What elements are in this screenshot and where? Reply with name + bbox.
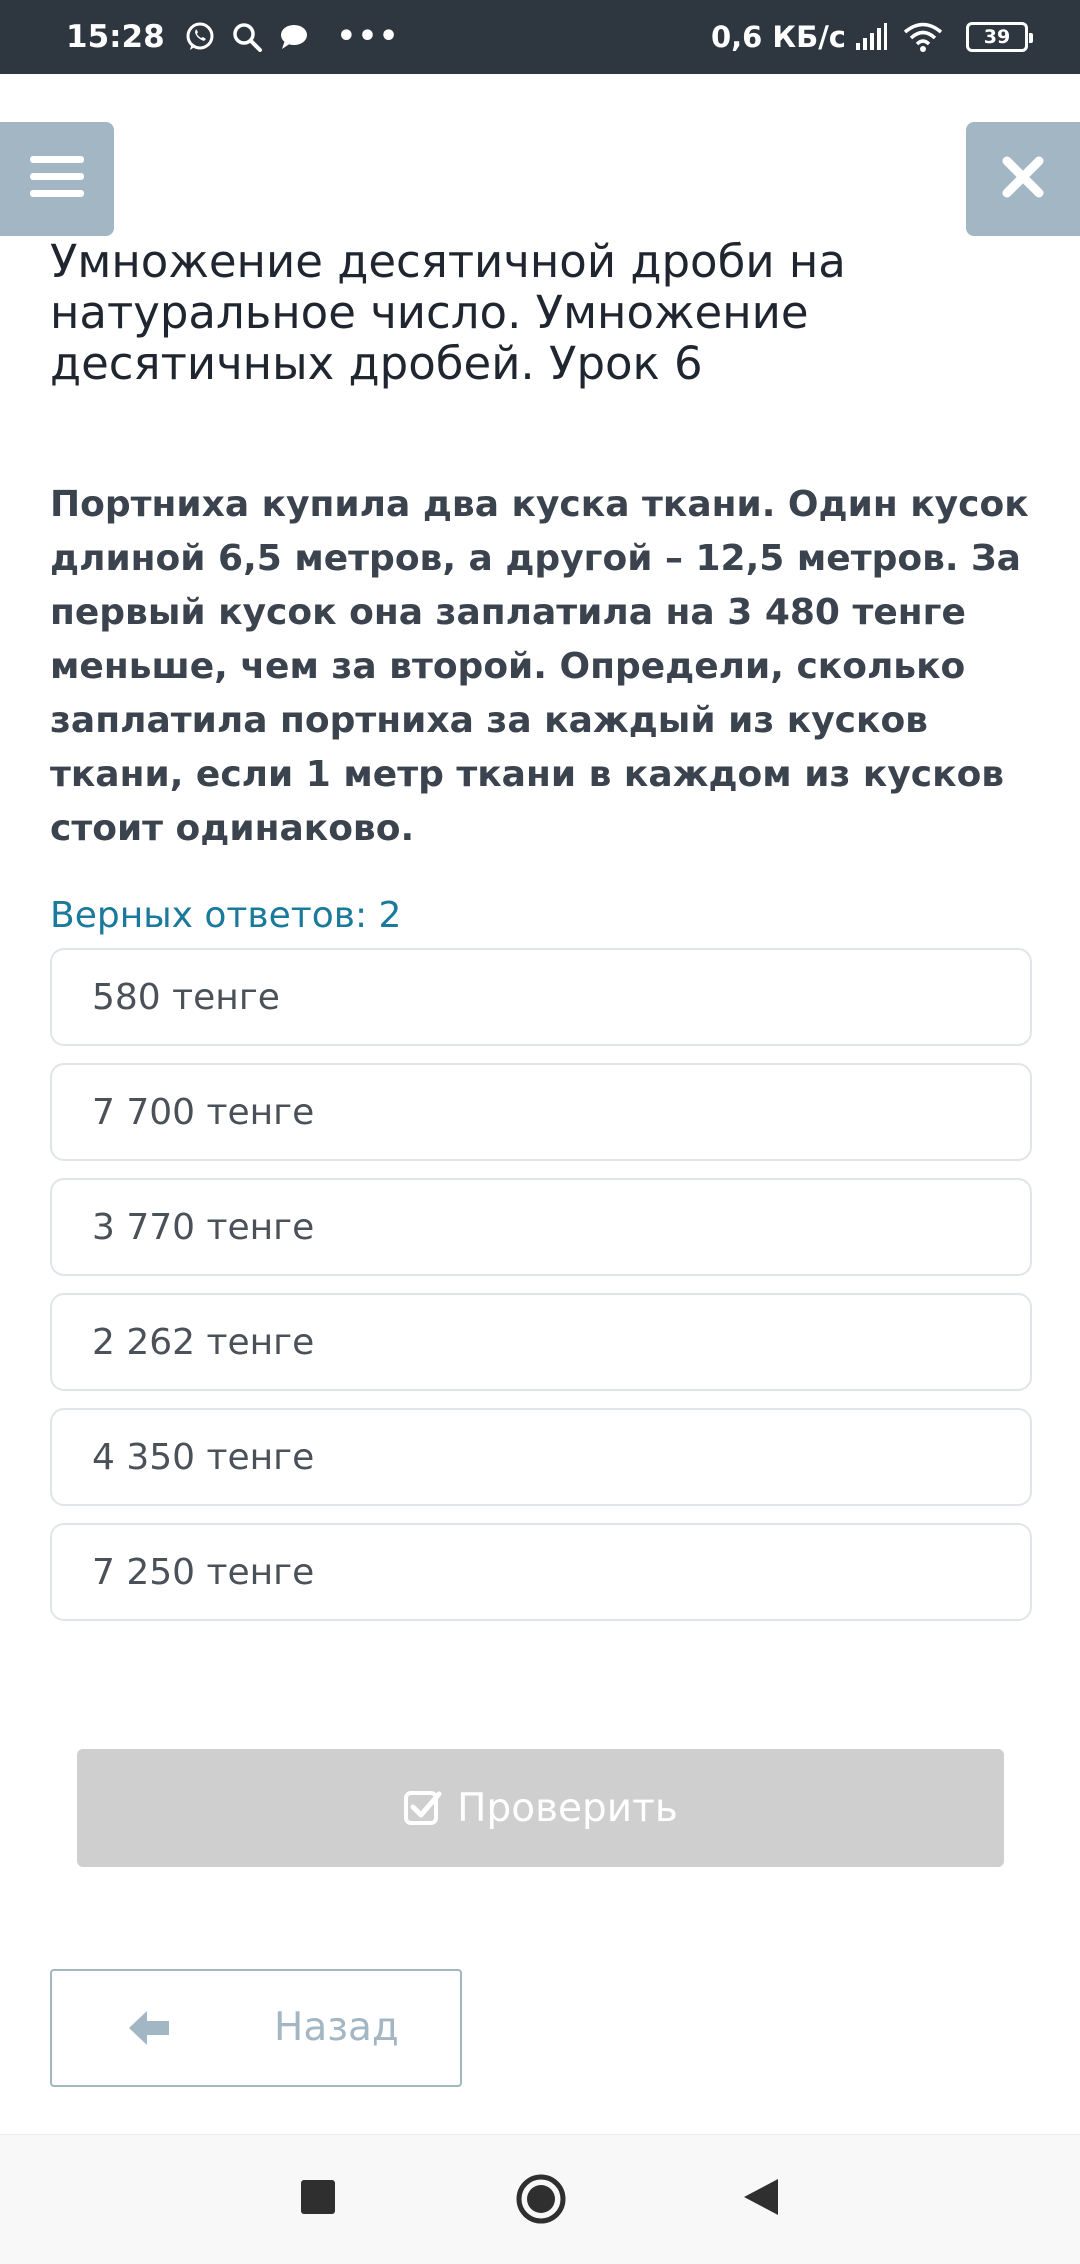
back-button[interactable]: Назад: [50, 1969, 462, 2087]
answer-option[interactable]: 580 тенге: [50, 948, 1032, 1046]
question-text: Портниха купила два куска ткани. Один ку…: [50, 484, 1029, 849]
answer-option-label: 7 250 тенге: [92, 1551, 315, 1593]
correct-answers-count: Верных ответов: 2: [50, 895, 402, 936]
hamburger-menu-icon: [30, 154, 84, 204]
system-navigation-bar: [0, 2134, 1080, 2264]
answer-option-label: 4 350 тенге: [92, 1436, 315, 1478]
search-icon: [231, 21, 263, 53]
status-time: 15:28: [66, 19, 165, 55]
answer-option-label: 2 262 тенге: [92, 1321, 315, 1363]
chat-icon: [277, 22, 309, 52]
battery-icon: 39: [966, 22, 1033, 52]
answer-option-label: 3 770 тенге: [92, 1206, 315, 1248]
recents-square-icon[interactable]: [298, 2177, 338, 2217]
answer-options: 580 тенге 7 700 тенге 3 770 тенге 2 262 …: [50, 948, 1032, 1638]
whatsapp-icon: [183, 20, 217, 54]
arrow-left-icon: [127, 2008, 171, 2048]
status-bar-left: 15:28 •••: [66, 19, 400, 55]
answer-option-label: 580 тенге: [92, 976, 280, 1018]
checkbox-check-icon: [403, 1788, 443, 1828]
close-button[interactable]: [966, 122, 1080, 236]
signal-icon: [854, 23, 888, 51]
answer-option[interactable]: 3 770 тенге: [50, 1178, 1032, 1276]
back-triangle-icon[interactable]: [742, 2177, 780, 2217]
answer-option[interactable]: 4 350 тенге: [50, 1408, 1032, 1506]
status-bar: 15:28 ••• 0,6 КБ/с 39: [0, 0, 1080, 74]
wifi-icon: [902, 21, 944, 53]
check-button[interactable]: Проверить: [77, 1749, 1004, 1867]
network-speed: 0,6 КБ/с: [710, 20, 846, 54]
answer-option[interactable]: 7 700 тенге: [50, 1063, 1032, 1161]
home-circle-icon[interactable]: [515, 2173, 567, 2225]
status-bar-right: 0,6 КБ/с 39: [710, 20, 1033, 54]
answer-option-label: 7 700 тенге: [92, 1091, 315, 1133]
answer-option[interactable]: 2 262 тенге: [50, 1293, 1032, 1391]
close-x-icon: [1002, 156, 1044, 202]
more-dots-icon: •••: [336, 19, 401, 54]
answer-option[interactable]: 7 250 тенге: [50, 1523, 1032, 1621]
check-button-label: Проверить: [457, 1785, 678, 1831]
back-button-label: Назад: [274, 2005, 399, 2050]
menu-button[interactable]: [0, 122, 114, 236]
page-title: Умножение десятичной дроби на натурально…: [50, 235, 846, 390]
